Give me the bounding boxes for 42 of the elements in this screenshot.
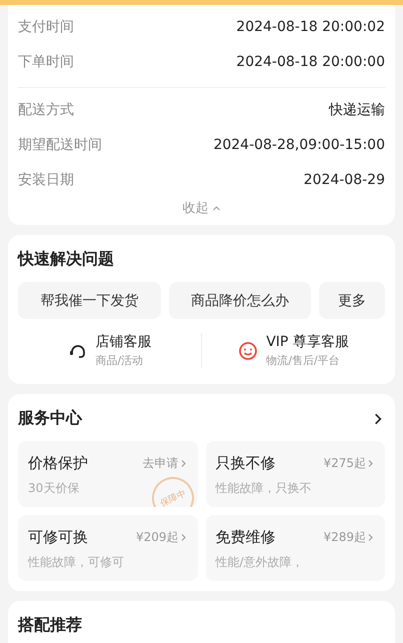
service-action: 去申请: [142, 455, 178, 472]
service-desc: 30天价保: [28, 480, 80, 497]
field-label: 配送方式: [18, 100, 74, 118]
section-title: 服务中心: [18, 408, 82, 429]
smiley-icon: [238, 340, 258, 360]
field-value: 2024-08-28,09:00-15:00: [213, 136, 385, 152]
field-label: 下单时间: [18, 52, 74, 70]
service-name: 价格保护: [28, 454, 88, 473]
field-value: 快递运输: [329, 100, 385, 118]
service-card[interactable]: 免费维修 ¥289起 性能/意外故障，: [206, 515, 385, 581]
service-desc: 物流/售后/平台: [266, 353, 341, 368]
service-name[interactable]: 店铺客服: [96, 333, 152, 351]
field-value: 2024-08-29: [304, 172, 385, 188]
service-card[interactable]: 价格保护 去申请 30天价保 保障中: [18, 441, 198, 507]
chevron-right-icon: [178, 533, 188, 542]
caret-icon: [212, 204, 220, 212]
field-value: 2024-08-18 20:00:02: [236, 18, 385, 34]
service-action: ¥289起: [323, 529, 366, 546]
field-label: 期望配送时间: [18, 136, 102, 154]
service-name: 免费维修: [216, 528, 276, 547]
service-desc: 性能故障，只换不: [216, 480, 312, 497]
chevron-right-icon: [178, 459, 188, 468]
service-action: ¥275起: [323, 455, 366, 472]
service-card[interactable]: 可修可换 ¥209起 性能故障，可修可: [18, 515, 198, 581]
service-name: 只换不修: [216, 454, 276, 473]
field-label: 支付时间: [18, 18, 74, 36]
section-title: 快速解决问题: [18, 249, 114, 270]
chevron-right-icon: [366, 459, 375, 468]
quick-question-chip[interactable]: 帮我催一下发货: [18, 282, 160, 319]
service-desc: 商品/活动: [96, 353, 144, 368]
quick-question-chip[interactable]: 更多: [319, 282, 385, 319]
service-desc: 性能/意外故障，: [216, 554, 304, 571]
service-name: 可修可换: [28, 528, 88, 547]
quick-question-chip[interactable]: 商品降价怎么办: [168, 282, 311, 319]
service-desc: 性能故障，可修可: [28, 554, 124, 571]
service-name[interactable]: VIP 尊享客服: [266, 333, 349, 351]
field-label: 安装日期: [18, 170, 74, 188]
service-card[interactable]: 只换不修 ¥275起 性能故障，只换不: [206, 441, 385, 507]
section-title: 搭配推荐: [18, 615, 82, 636]
service-action: ¥209起: [136, 529, 178, 546]
field-value: 2024-08-18 20:00:00: [236, 54, 385, 70]
chevron-right-icon: [366, 533, 375, 542]
